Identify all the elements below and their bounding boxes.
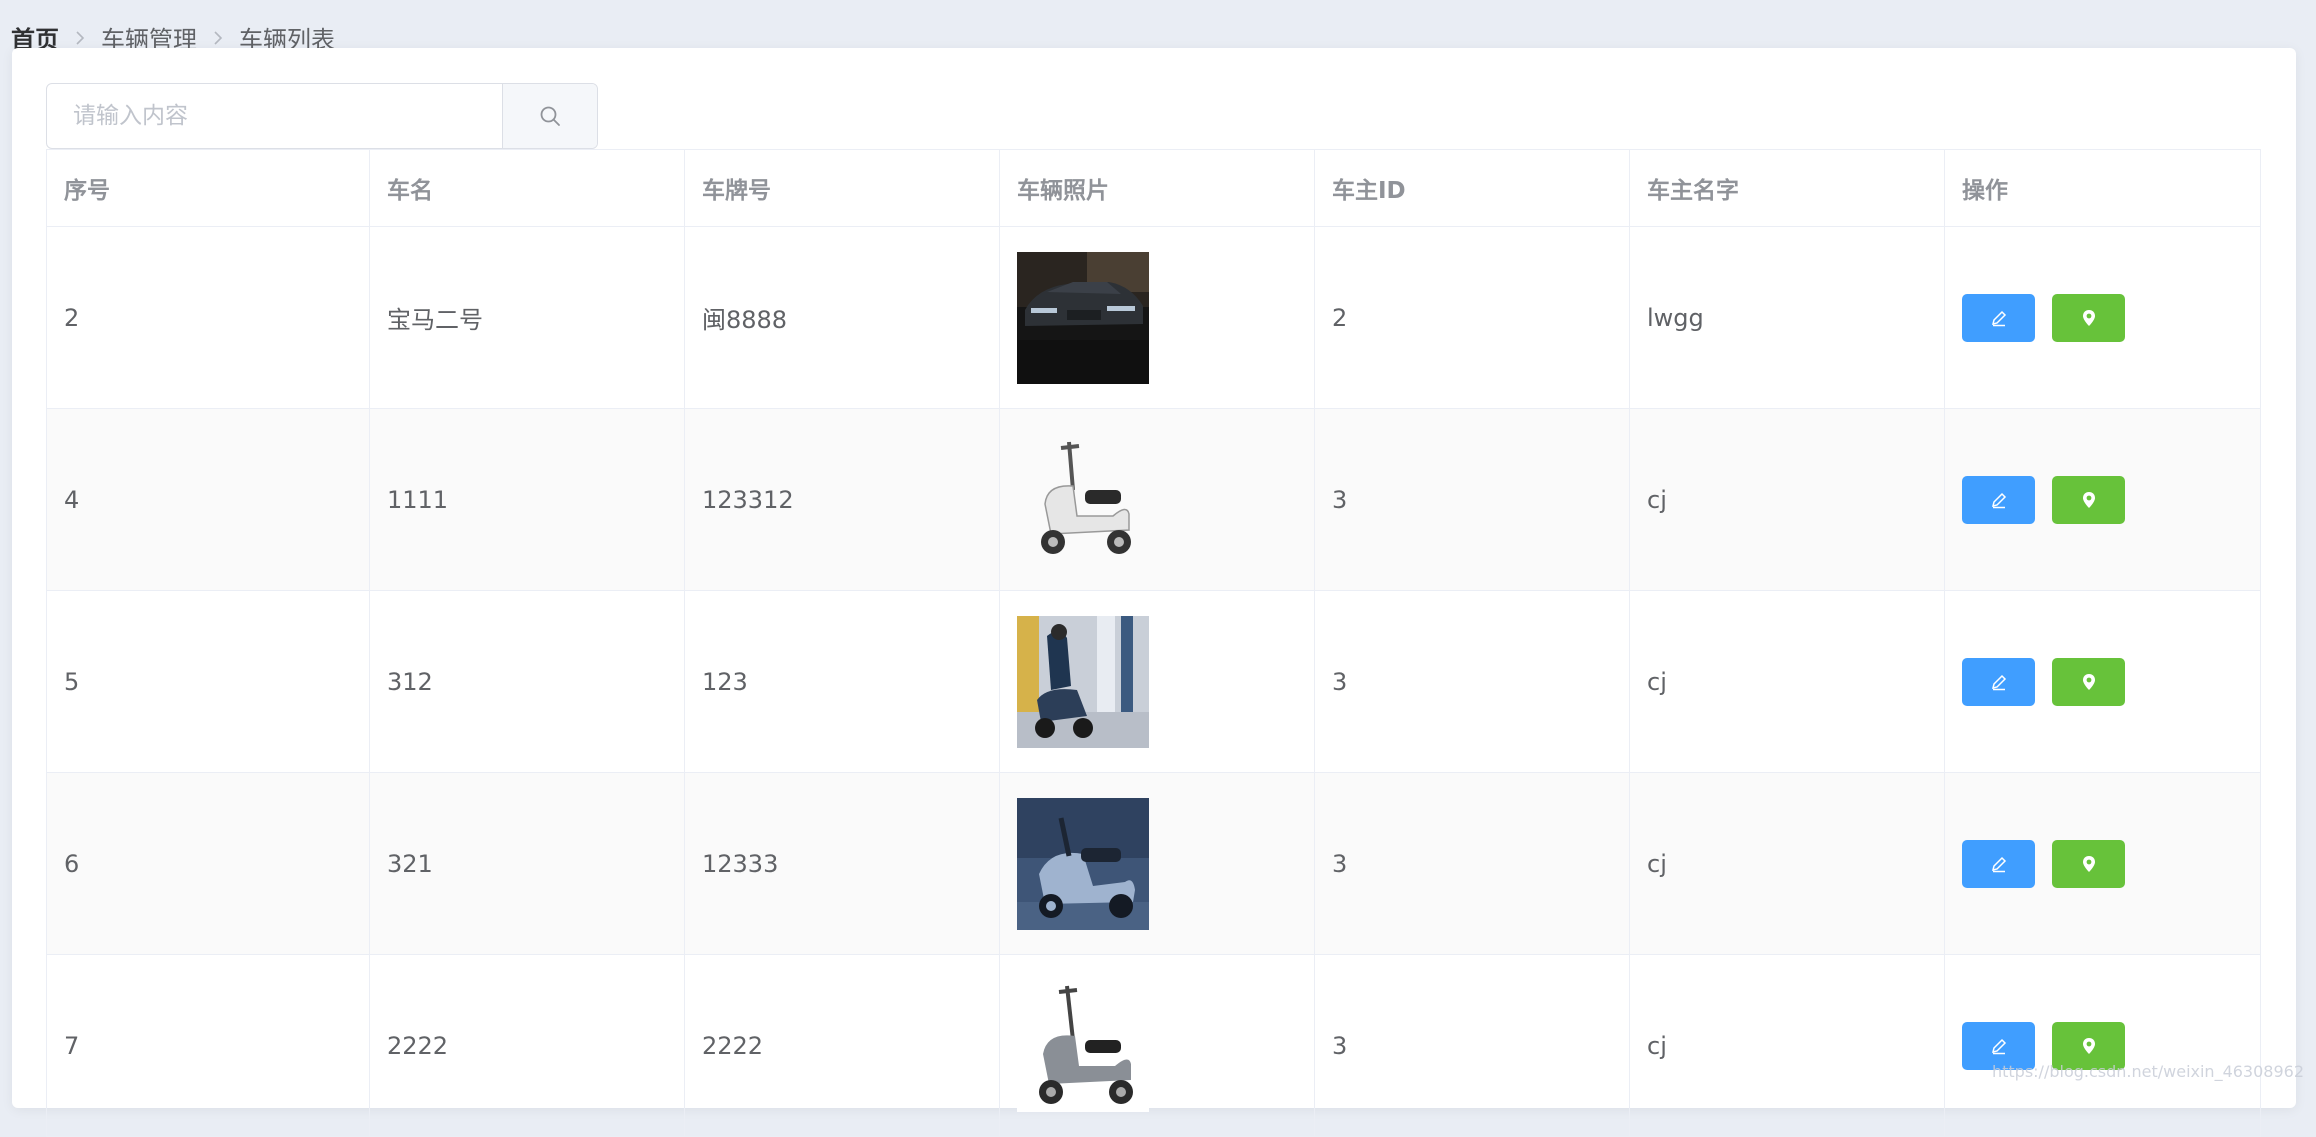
edit-icon bbox=[1991, 492, 2006, 508]
edit-button[interactable] bbox=[1962, 293, 2035, 342]
cell-owner-id: 2 bbox=[1314, 226, 1630, 409]
edit-icon bbox=[1991, 1038, 2006, 1054]
cell-plate: 12333 bbox=[684, 772, 1000, 955]
search-bar bbox=[46, 83, 598, 149]
edit-icon bbox=[1991, 856, 2006, 872]
cell-index: 4 bbox=[46, 408, 370, 591]
edit-icon bbox=[1991, 310, 2006, 326]
cell-vehicle-name: 321 bbox=[369, 772, 685, 955]
edit-button[interactable] bbox=[1962, 475, 2035, 524]
cell-owner-id: 3 bbox=[1314, 590, 1630, 773]
cell-index: 2 bbox=[46, 226, 370, 409]
location-button[interactable] bbox=[2052, 839, 2125, 888]
cell-owner-name: cj bbox=[1629, 590, 1945, 773]
search-input[interactable] bbox=[47, 84, 502, 148]
header-vehicle-name: 车名 bbox=[369, 149, 685, 227]
header-index: 序号 bbox=[46, 149, 370, 227]
location-pin-icon bbox=[2082, 309, 2095, 326]
header-owner-id: 车主ID bbox=[1314, 149, 1630, 227]
search-icon bbox=[540, 106, 560, 126]
edit-button[interactable] bbox=[1962, 657, 2035, 706]
white-scooter-photo bbox=[1017, 433, 1149, 566]
table-row: 2 宝马二号 闽8888 2 lwgg bbox=[46, 226, 2261, 409]
header-actions: 操作 bbox=[1944, 149, 2261, 227]
cell-plate: 123 bbox=[684, 590, 1000, 773]
cell-owner-name: cj bbox=[1629, 408, 1945, 591]
search-button[interactable] bbox=[502, 84, 597, 148]
cell-owner-id: 3 bbox=[1314, 954, 1630, 1137]
black-car-photo bbox=[1017, 251, 1149, 384]
cell-plate: 2222 bbox=[684, 954, 1000, 1137]
table-row: 4 1111 123312 3 cj bbox=[46, 408, 2261, 591]
cell-vehicle-name: 宝马二号 bbox=[369, 226, 685, 409]
rider-scooter-photo bbox=[1017, 615, 1149, 748]
table-row: 6 321 12333 3 cj bbox=[46, 772, 2261, 955]
location-button[interactable] bbox=[2052, 293, 2125, 342]
grey-scooter-photo bbox=[1017, 979, 1149, 1112]
cell-owner-name: cj bbox=[1629, 772, 1945, 955]
blue-scooter-photo bbox=[1017, 797, 1149, 930]
chevron-right-icon bbox=[197, 23, 239, 51]
location-pin-icon bbox=[2082, 1037, 2095, 1054]
table-header-row: 序号 车名 车牌号 车辆照片 车主ID 车主名字 操作 bbox=[46, 149, 2261, 227]
header-plate: 车牌号 bbox=[684, 149, 1000, 227]
cell-owner-id: 3 bbox=[1314, 772, 1630, 955]
location-pin-icon bbox=[2082, 673, 2095, 690]
location-pin-icon bbox=[2082, 855, 2095, 872]
cell-owner-name: lwgg bbox=[1629, 226, 1945, 409]
cell-owner-name: cj bbox=[1629, 954, 1945, 1137]
cell-index: 6 bbox=[46, 772, 370, 955]
table-row: 5 312 123 3 cj bbox=[46, 590, 2261, 773]
watermark-text: https://blog.csdn.net/weixin_46308962 bbox=[1991, 1062, 2304, 1081]
cell-index: 5 bbox=[46, 590, 370, 773]
location-button[interactable] bbox=[2052, 657, 2125, 706]
edit-icon bbox=[1991, 674, 2006, 690]
location-button[interactable] bbox=[2052, 475, 2125, 524]
location-pin-icon bbox=[2082, 491, 2095, 508]
table-row: 7 2222 2222 3 cj bbox=[46, 954, 2261, 1137]
cell-owner-id: 3 bbox=[1314, 408, 1630, 591]
chevron-right-icon bbox=[59, 23, 101, 51]
cell-plate: 123312 bbox=[684, 408, 1000, 591]
edit-button[interactable] bbox=[1962, 839, 2035, 888]
cell-vehicle-name: 2222 bbox=[369, 954, 685, 1137]
vehicle-table: 序号 车名 车牌号 车辆照片 车主ID 车主名字 操作 2 宝马二号 闽8888 bbox=[46, 149, 2261, 1137]
header-photo: 车辆照片 bbox=[999, 149, 1315, 227]
cell-vehicle-name: 312 bbox=[369, 590, 685, 773]
cell-plate: 闽8888 bbox=[684, 226, 1000, 409]
header-owner-name: 车主名字 bbox=[1629, 149, 1945, 227]
cell-vehicle-name: 1111 bbox=[369, 408, 685, 591]
cell-index: 7 bbox=[46, 954, 370, 1137]
